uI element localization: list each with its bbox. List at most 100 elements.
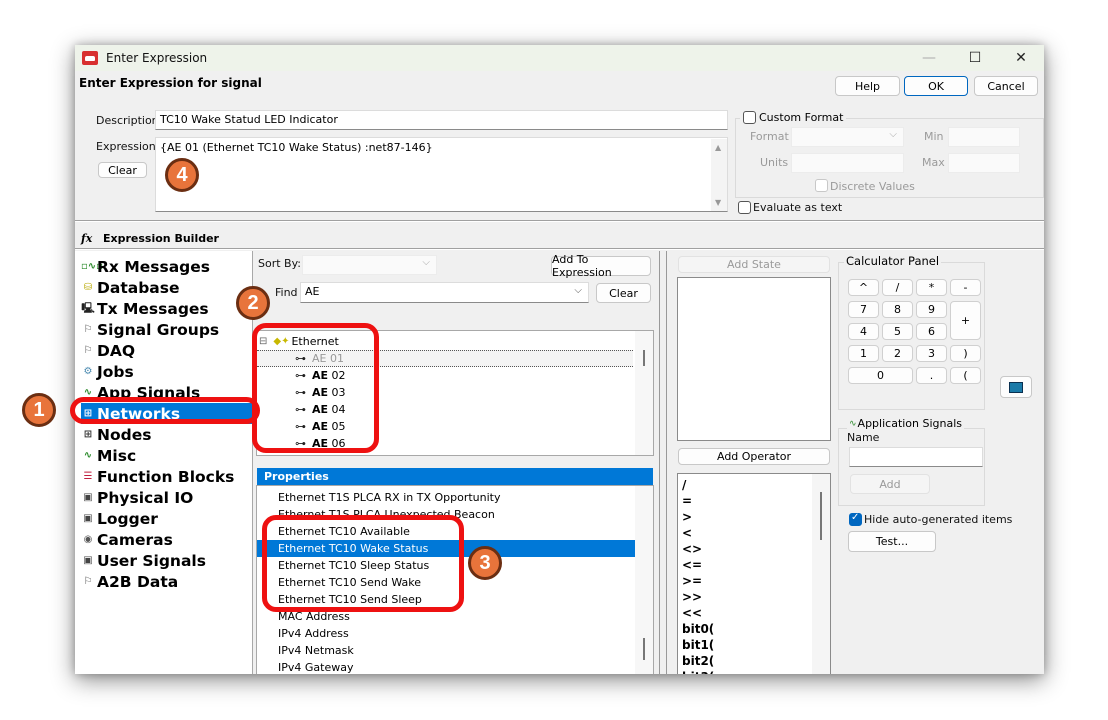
divider — [75, 220, 1044, 222]
expression-textarea[interactable]: {AE 01 (Ethernet TC10 Wake Status) :net8… — [155, 137, 728, 212]
scroll-down-arrow-icon[interactable]: ▼ — [715, 198, 721, 207]
misc-icon: ∿ — [83, 449, 93, 461]
category-item-physical-io[interactable]: ▣ Physical IO — [81, 487, 193, 508]
add-to-expression-button[interactable]: Add To Expression — [551, 253, 651, 279]
find-input[interactable]: AE ⌵ — [300, 282, 589, 303]
calc-key[interactable]: / — [882, 279, 913, 296]
calc-key[interactable]: 2 — [882, 345, 913, 362]
min-input[interactable] — [948, 127, 1020, 147]
units-label: Units — [760, 156, 789, 169]
calc-key[interactable]: 4 — [848, 323, 879, 340]
user-signals-icon: ▣ — [83, 554, 93, 566]
test-button[interactable]: Test... — [848, 531, 936, 552]
properties-header: Properties — [257, 468, 653, 485]
calc-key[interactable]: 5 — [882, 323, 913, 340]
add-state-button[interactable]: Add State — [678, 256, 830, 273]
category-label: Cameras — [97, 530, 173, 549]
category-item-user-signals[interactable]: ▣ User Signals — [81, 550, 206, 571]
operator-item[interactable]: < — [682, 525, 692, 541]
operator-item[interactable]: / — [682, 477, 686, 493]
operator-item[interactable]: >> — [682, 589, 702, 605]
maximize-button[interactable]: ☐ — [952, 45, 998, 71]
ok-button[interactable]: OK — [904, 76, 968, 96]
units-input[interactable] — [791, 153, 904, 173]
cancel-button[interactable]: Cancel — [974, 76, 1038, 96]
calc-key[interactable]: * — [916, 279, 947, 296]
category-item-logger[interactable]: ▣ Logger — [81, 508, 158, 529]
calc-key[interactable]: 0 — [848, 367, 913, 384]
category-item-database[interactable]: ⛁ Database — [81, 277, 180, 298]
property-item[interactable]: IPv4 Address — [257, 625, 635, 642]
format-select[interactable]: ⌵ — [791, 127, 904, 147]
calc-key[interactable]: 9 — [916, 301, 947, 318]
splitter[interactable] — [659, 251, 667, 674]
calc-key[interactable]: 3 — [916, 345, 947, 362]
expression-scrollbar[interactable]: ▲ ▼ — [711, 139, 727, 211]
calc-key[interactable]: ^ — [848, 279, 879, 296]
calc-key[interactable]: + — [950, 301, 981, 340]
tree-scroll-thumb[interactable] — [643, 350, 645, 366]
evaluate-as-text-checkbox[interactable] — [738, 201, 751, 214]
calc-key[interactable]: 7 — [848, 301, 879, 318]
operators-scroll-thumb[interactable] — [820, 492, 822, 540]
property-item[interactable]: IPv4 Gateway — [257, 659, 635, 674]
operator-item[interactable]: <> — [682, 541, 702, 557]
category-item-function-blocks[interactable]: ☰ Function Blocks — [81, 466, 235, 487]
category-item-jobs[interactable]: ⚙ Jobs — [81, 361, 134, 382]
calc-key[interactable]: - — [950, 279, 981, 296]
format-label: Format — [750, 130, 789, 143]
scroll-up-arrow-icon[interactable]: ▲ — [715, 143, 721, 152]
custom-format-checkbox[interactable] — [743, 111, 756, 124]
operator-item[interactable]: bit3( — [682, 669, 714, 674]
annotation-highlight-properties — [262, 515, 464, 612]
category-item-signal-groups[interactable]: ⚐ Signal Groups — [81, 319, 220, 340]
operator-item[interactable]: bit0( — [682, 621, 714, 637]
properties-scroll-thumb[interactable] — [643, 638, 645, 660]
category-item-a2b-data[interactable]: ⚐ A2B Data — [81, 571, 179, 592]
max-input[interactable] — [948, 153, 1020, 173]
add-operator-button[interactable]: Add Operator — [678, 448, 830, 465]
calculator-toggle-button[interactable] — [1000, 376, 1032, 398]
category-item-cameras[interactable]: ◉ Cameras — [81, 529, 173, 550]
close-button[interactable]: ✕ — [998, 45, 1044, 71]
category-item-tx-messages[interactable]: 🖳 Tx Messages — [81, 298, 208, 319]
minimize-button[interactable]: — — [906, 45, 952, 71]
help-button[interactable]: Help — [835, 76, 900, 96]
calc-key[interactable]: ) — [950, 345, 981, 362]
hide-auto-generated-checkbox[interactable] — [849, 512, 862, 526]
operator-item[interactable]: >= — [682, 573, 702, 589]
app-signal-name-input[interactable] — [849, 447, 983, 467]
chevron-down-icon[interactable]: ⌵ — [574, 285, 582, 296]
states-list[interactable] — [677, 277, 831, 441]
operator-item[interactable]: > — [682, 509, 692, 525]
category-item-misc[interactable]: ∿ Misc — [81, 445, 136, 466]
operators-scrollbar[interactable] — [812, 474, 830, 674]
calc-key[interactable]: . — [916, 367, 947, 384]
calc-key[interactable]: 8 — [882, 301, 913, 318]
operator-item[interactable]: << — [682, 605, 702, 621]
category-item-daq[interactable]: ⚐ DAQ — [81, 340, 136, 361]
tree-scrollbar[interactable] — [635, 331, 653, 455]
category-label: Physical IO — [97, 488, 194, 507]
expression-clear-button[interactable]: Clear — [98, 162, 147, 178]
operator-item[interactable]: <= — [682, 557, 702, 573]
properties-scrollbar[interactable] — [635, 486, 653, 674]
operator-item[interactable]: bit1( — [682, 637, 714, 653]
find-clear-button[interactable]: Clear — [596, 283, 651, 303]
calc-key[interactable]: 1 — [848, 345, 879, 362]
category-item-rx-messages[interactable]: ▫∿▫ Rx Messages — [81, 256, 210, 277]
property-item[interactable]: IPv4 Netmask — [257, 642, 635, 659]
property-item[interactable]: Ethernet T1S PLCA RX in TX Opportunity — [257, 489, 635, 506]
category-item-nodes[interactable]: ⊞ Nodes — [81, 424, 152, 445]
sort-by-select[interactable]: ⌵ — [302, 255, 437, 275]
hide-auto-generated-label: Hide auto-generated items — [864, 513, 1013, 526]
app-signal-add-button[interactable]: Add — [850, 474, 930, 494]
description-input[interactable]: TC10 Wake Statud LED Indicator — [155, 110, 728, 130]
calculator-icon — [1009, 381, 1023, 393]
calc-key[interactable]: ( — [950, 367, 981, 384]
operator-item[interactable]: bit2( — [682, 653, 714, 669]
discrete-values-checkbox[interactable] — [815, 179, 828, 192]
operator-item[interactable]: = — [682, 493, 692, 509]
custom-format-header: Custom Format — [740, 111, 847, 124]
calc-key[interactable]: 6 — [916, 323, 947, 340]
